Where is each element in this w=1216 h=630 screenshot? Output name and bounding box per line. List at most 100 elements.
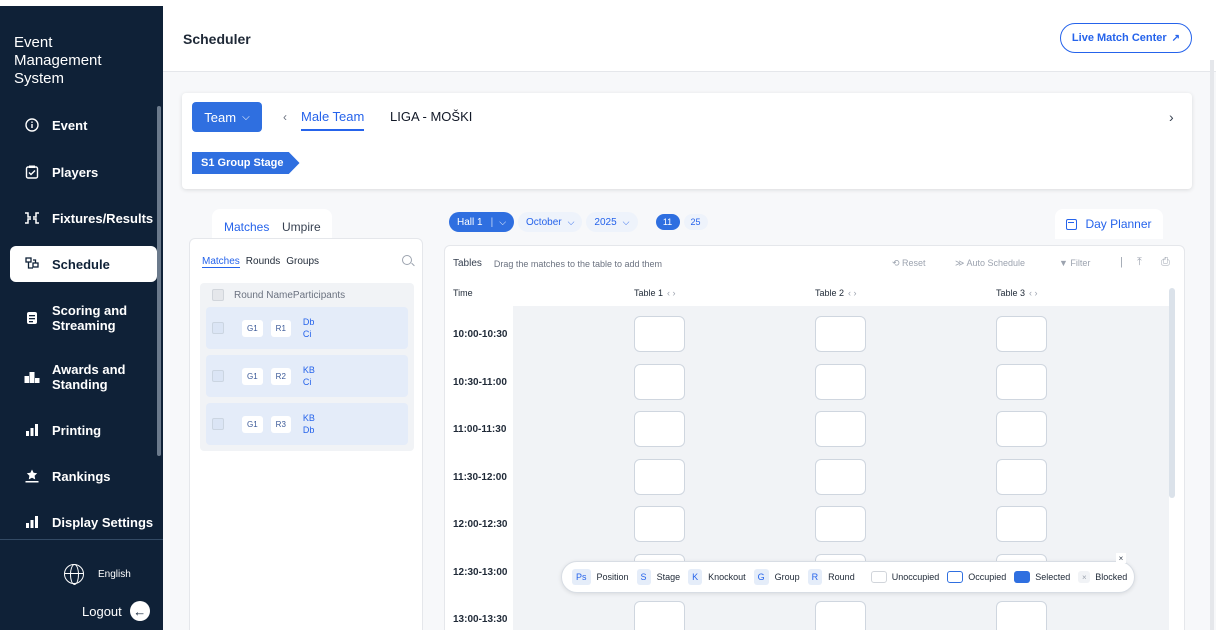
logout-button[interactable]: Logout ← bbox=[82, 601, 150, 621]
schedule-cell[interactable] bbox=[815, 316, 866, 352]
search-icon[interactable] bbox=[402, 255, 412, 265]
stage-tag[interactable]: S1 Group Stage bbox=[192, 152, 300, 174]
language-selector[interactable]: English bbox=[64, 564, 131, 585]
schedule-cell[interactable] bbox=[634, 316, 685, 352]
match-checkbox[interactable] bbox=[212, 322, 224, 334]
table-header-2: Table 2 ‹ › bbox=[815, 288, 857, 298]
schedule-cell[interactable] bbox=[634, 411, 685, 447]
sidebar-item-fixtures[interactable]: Fixtures/Results bbox=[10, 200, 157, 236]
clipboard-check-icon bbox=[24, 164, 40, 180]
unoccupied-swatch bbox=[870, 571, 887, 583]
schedule-cell[interactable] bbox=[815, 459, 866, 495]
day-chip[interactable]: 25 bbox=[683, 214, 708, 230]
schedule-cell[interactable] bbox=[996, 316, 1047, 352]
live-match-center-button[interactable]: Live Match Center ↗ bbox=[1060, 23, 1192, 53]
sidebar-item-display-settings[interactable]: Display Settings bbox=[10, 504, 157, 540]
schedule-cell[interactable] bbox=[996, 411, 1047, 447]
match-row[interactable]: G1 R3 KB Db bbox=[206, 403, 408, 445]
auto-schedule-button[interactable]: ≫ Auto Schedule bbox=[955, 258, 1025, 269]
schedule-cell[interactable] bbox=[996, 601, 1047, 630]
match-row[interactable]: G1 R1 Db Ci bbox=[206, 307, 408, 349]
tab-umpire[interactable]: Umpire bbox=[282, 220, 321, 234]
schedule-toolbar: Tables Drag the matches to the table to … bbox=[453, 258, 662, 269]
day-chip-active[interactable]: 11 bbox=[655, 214, 680, 230]
table-header-arrows-icon[interactable]: ‹ › bbox=[667, 288, 676, 298]
close-icon[interactable]: × bbox=[1116, 553, 1126, 563]
column-round-name: Round Name bbox=[234, 289, 293, 301]
match-checkbox[interactable] bbox=[212, 370, 224, 382]
matches-panel: Matches Rounds Groups Round Name Partici… bbox=[189, 238, 423, 630]
sidebar: Event Management System Event Players Fi… bbox=[0, 6, 163, 630]
legend-label: Unoccupied bbox=[891, 572, 940, 582]
filter-button[interactable]: ▼ Filter bbox=[1059, 258, 1090, 268]
sidebar-item-rankings[interactable]: Rankings bbox=[10, 458, 157, 494]
year-select[interactable]: 2025 ⌵ bbox=[586, 212, 638, 232]
divider: | bbox=[490, 216, 494, 228]
live-match-center-label: Live Match Center bbox=[1071, 32, 1167, 44]
month-label: October bbox=[526, 216, 562, 228]
schedule-cell[interactable] bbox=[815, 364, 866, 400]
reset-icon: ⟲ bbox=[892, 258, 903, 268]
subtab-groups[interactable]: Groups bbox=[286, 256, 319, 268]
sidebar-divider bbox=[0, 539, 163, 540]
select-all-checkbox[interactable] bbox=[212, 289, 224, 301]
legend-label: Stage bbox=[656, 572, 681, 582]
legend-group: G Group bbox=[753, 569, 800, 585]
sidebar-item-printing[interactable]: Printing bbox=[10, 412, 157, 448]
schedule-cell[interactable] bbox=[996, 506, 1047, 542]
tabs-prev-icon[interactable]: ‹ bbox=[283, 110, 287, 124]
sidebar-item-event[interactable]: Event bbox=[10, 107, 157, 143]
table-header-arrows-icon[interactable]: ‹ › bbox=[1029, 288, 1038, 298]
blocked-x-icon: × bbox=[1078, 571, 1091, 583]
scoring-icon bbox=[24, 310, 40, 326]
calendar-icon bbox=[1066, 218, 1078, 230]
tab-matches[interactable]: Matches bbox=[224, 220, 269, 234]
table-header-arrows-icon[interactable]: ‹ › bbox=[848, 288, 857, 298]
hall-label: Hall 1 bbox=[457, 216, 483, 228]
participants: KB Db bbox=[303, 412, 315, 436]
page-scrollbar[interactable] bbox=[1210, 60, 1214, 630]
tabs-next-icon[interactable]: › bbox=[1169, 109, 1174, 125]
schedule-cell[interactable] bbox=[634, 601, 685, 630]
print-icon[interactable]: ⎙ bbox=[1161, 256, 1170, 269]
tab-male-team[interactable]: Male Team bbox=[301, 109, 365, 131]
table-header-label: Table 2 bbox=[815, 288, 845, 298]
schedule-cell[interactable] bbox=[996, 459, 1047, 495]
legend-blocked: × Blocked bbox=[1078, 571, 1127, 583]
filter-icon: ▼ bbox=[1059, 258, 1071, 268]
schedule-cell[interactable] bbox=[634, 506, 685, 542]
schedule-cell[interactable] bbox=[996, 364, 1047, 400]
podium-icon bbox=[24, 369, 40, 385]
external-link-icon: ↗ bbox=[1171, 32, 1181, 44]
schedule-cell[interactable] bbox=[634, 364, 685, 400]
reset-button[interactable]: ⟲ Reset bbox=[892, 258, 926, 269]
legend-label: Selected bbox=[1035, 572, 1071, 582]
schedule-scrollbar[interactable] bbox=[1169, 288, 1175, 498]
participants: Db Ci bbox=[303, 316, 315, 340]
month-select[interactable]: October ⌵ bbox=[518, 212, 583, 232]
legend-occupied: Occupied bbox=[947, 571, 1006, 583]
subtab-rounds[interactable]: Rounds bbox=[246, 256, 280, 268]
sidebar-item-schedule[interactable]: Schedule bbox=[10, 246, 157, 282]
schedule-cell[interactable] bbox=[634, 459, 685, 495]
sidebar-item-players[interactable]: Players bbox=[10, 154, 157, 190]
sidebar-item-label: Event bbox=[52, 117, 88, 133]
match-checkbox[interactable] bbox=[212, 418, 224, 430]
matches-list: Round Name Participants G1 R1 Db Ci G1 R… bbox=[200, 283, 414, 451]
day-planner-tab[interactable]: Day Planner bbox=[1055, 209, 1163, 239]
legend-label: Knockout bbox=[708, 572, 746, 582]
schedule-cell[interactable] bbox=[815, 506, 866, 542]
match-row[interactable]: G1 R2 KB Ci bbox=[206, 355, 408, 397]
team-dropdown-button[interactable]: Team ⌵ bbox=[192, 102, 262, 132]
sidebar-item-label: Printing bbox=[52, 422, 102, 438]
schedule-cell[interactable] bbox=[815, 601, 866, 630]
schedule-cell[interactable] bbox=[815, 411, 866, 447]
sidebar-item-awards[interactable]: Awards and Standing bbox=[10, 357, 157, 397]
sidebar-scrollbar[interactable] bbox=[157, 106, 161, 456]
sidebar-item-scoring[interactable]: Scoring and Streaming bbox=[10, 298, 157, 338]
export-icon[interactable]: ⤒ bbox=[1137, 256, 1142, 269]
subtab-matches[interactable]: Matches bbox=[202, 256, 240, 268]
rankings-icon bbox=[24, 468, 40, 484]
hall-select[interactable]: Hall 1 | ⌵ bbox=[449, 212, 515, 232]
tab-liga-moski[interactable]: LIGA - MOŠKI bbox=[390, 109, 472, 124]
